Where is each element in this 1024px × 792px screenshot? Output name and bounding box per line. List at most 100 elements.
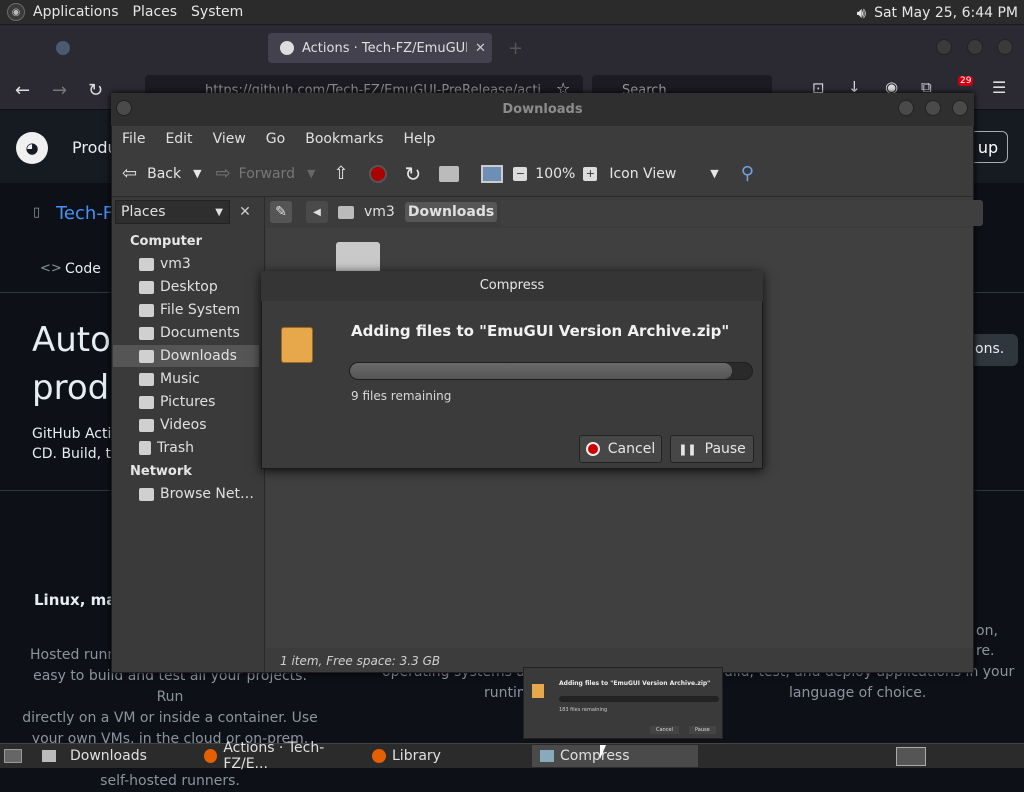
clock[interactable]: Sat May 25, 6:44 PM [874, 5, 1018, 21]
edit-location-icon[interactable]: ✎ [270, 201, 292, 223]
para-left-line: directly on a VM or inside a container. … [22, 710, 318, 726]
code-tab[interactable]: Code [65, 261, 101, 277]
network-icon [139, 487, 154, 501]
places-menu[interactable]: Places [133, 4, 178, 20]
zoom-level[interactable]: 100% [535, 166, 575, 182]
task-library[interactable]: Library [364, 745, 530, 767]
menu-help[interactable]: Help [393, 131, 445, 147]
sidebar-network-header: Network [130, 464, 192, 479]
reload-icon[interactable]: ↻ [88, 80, 103, 101]
task-label: Actions · Tech-FZ/E... [223, 740, 325, 772]
back-arrow-icon[interactable]: ← [15, 80, 30, 101]
para-left-line: self-hosted runners. [100, 773, 240, 789]
sidebar-item-browse-network[interactable]: Browse Net… [113, 483, 259, 505]
hero-desc2: CD. Build, te [32, 446, 120, 462]
sidebar-item-documents[interactable]: Documents [113, 322, 259, 344]
pause-icon: ❚❚ [678, 442, 697, 456]
zoom-out-icon[interactable]: − [513, 166, 528, 181]
places-select[interactable]: Places ▼ [115, 200, 230, 224]
file-manager-title[interactable]: Downloads [111, 93, 974, 126]
files-remaining: 9 files remaining [351, 389, 452, 403]
forward-history-chevron-icon[interactable]: ▼ [307, 167, 315, 180]
task-label: Compress [560, 748, 630, 764]
path-left-chevron-icon[interactable]: ◀ [306, 201, 328, 223]
fm-menu-button[interactable] [116, 100, 132, 116]
stop-icon[interactable] [368, 164, 387, 183]
system-menu[interactable]: System [191, 4, 243, 20]
signup-button[interactable]: up [968, 131, 1008, 163]
forward-arrow-icon[interactable]: → [52, 80, 67, 101]
home-folder-icon [139, 257, 154, 271]
sidebar-item-music[interactable]: Music [113, 368, 259, 390]
search-icon[interactable]: ⚲ [741, 163, 754, 184]
menu-view[interactable]: View [203, 131, 256, 147]
pause-button[interactable]: ❚❚ Pause [670, 435, 754, 463]
sidebar-item-trash[interactable]: Trash [113, 437, 259, 459]
reload-icon[interactable]: ↻ [405, 162, 422, 186]
menu-edit[interactable]: Edit [155, 131, 202, 147]
progress-fill [350, 363, 732, 379]
back-history-chevron-icon[interactable]: ▼ [193, 167, 201, 180]
browser-maximize-button[interactable] [967, 39, 983, 55]
ublock-badge[interactable]: 29 [958, 76, 974, 86]
up-icon[interactable]: ⇧ [333, 163, 348, 184]
view-mode-chevron-icon[interactable]: ▼ [710, 167, 718, 180]
cancel-button[interactable]: Cancel [579, 435, 662, 463]
path-crumb-vm3[interactable]: vm3 [364, 204, 395, 220]
right-frag: on, [976, 623, 998, 639]
taskbar: Downloads Actions · Tech-FZ/E... Library… [0, 740, 1024, 772]
fm-minimize-button[interactable] [898, 100, 914, 116]
menu-go[interactable]: Go [256, 131, 295, 147]
task-downloads[interactable]: Downloads [34, 745, 194, 767]
folder-icon[interactable] [336, 242, 380, 272]
path-crumb-downloads[interactable]: Downloads [404, 202, 498, 222]
zoom-in-icon[interactable]: + [583, 166, 598, 181]
repo-name[interactable]: Tech-F [56, 203, 113, 224]
browser-close-button[interactable] [997, 39, 1013, 55]
thumb-pause: Pause [689, 726, 716, 734]
sidebar-item-label: File System [160, 302, 241, 318]
sidebar-item-downloads[interactable]: Downloads [113, 345, 259, 367]
browser-tab-inactive[interactable] [40, 33, 240, 63]
sidebar-item-filesystem[interactable]: File System [113, 299, 259, 321]
forward-icon[interactable]: ⇨ [216, 163, 231, 184]
home-icon[interactable] [439, 165, 460, 182]
tab-close-icon[interactable]: ✕ [475, 41, 486, 56]
right-frag: re. [976, 643, 995, 659]
hamburger-menu-icon[interactable]: ☰ [992, 78, 1006, 97]
view-mode-select[interactable]: Icon View [609, 166, 676, 182]
task-label: Downloads [70, 748, 147, 764]
folder-icon [139, 372, 154, 386]
back-icon[interactable]: ⇦ [122, 163, 137, 184]
sidebar-item-vm3[interactable]: vm3 [113, 253, 259, 275]
computer-icon[interactable] [481, 164, 504, 183]
show-desktop-icon[interactable] [4, 749, 22, 763]
browser-tab-active[interactable]: Actions · Tech-FZ/EmuGUI- ✕ [268, 33, 492, 63]
task-firefox-actions[interactable]: Actions · Tech-FZ/E... [196, 740, 362, 772]
sidebar-item-label: Pictures [160, 394, 216, 410]
github-logo-icon[interactable]: ◕ [16, 132, 48, 164]
trash-applet-icon[interactable] [896, 747, 926, 766]
menu-bookmarks[interactable]: Bookmarks [295, 131, 393, 147]
applications-menu[interactable]: Applications [33, 4, 119, 20]
new-tab-icon[interactable]: + [508, 38, 523, 59]
top-panel: ◉ Applications Places System 🔊︎ Sat May … [0, 0, 1024, 25]
fm-toolbar: ⇦ Back ▼ ⇨ Forward ▼ ⇧ ↻ − 100% + Icon V… [112, 151, 973, 197]
progress-bar [349, 362, 753, 380]
fm-close-button[interactable] [952, 100, 968, 116]
forward-button[interactable]: Forward [239, 166, 295, 182]
menu-file[interactable]: File [112, 131, 155, 147]
back-button[interactable]: Back [147, 166, 181, 182]
sidebar-item-pictures[interactable]: Pictures [113, 391, 259, 413]
dialog-title[interactable]: Compress [261, 271, 763, 301]
mate-logo-icon[interactable]: ◉ [7, 3, 25, 21]
sidebar-close-icon[interactable]: ✕ [233, 200, 257, 224]
repo-icon: ▯ [33, 205, 41, 220]
fm-maximize-button[interactable] [925, 100, 941, 116]
task-compress[interactable]: Compress [532, 745, 698, 767]
tab-title: Actions · Tech-FZ/EmuGUI- [302, 40, 467, 56]
browser-minimize-button[interactable] [936, 39, 952, 55]
volume-icon[interactable]: 🔊︎ [857, 4, 866, 22]
sidebar-item-videos[interactable]: Videos [113, 414, 259, 436]
sidebar-item-desktop[interactable]: Desktop [113, 276, 259, 298]
